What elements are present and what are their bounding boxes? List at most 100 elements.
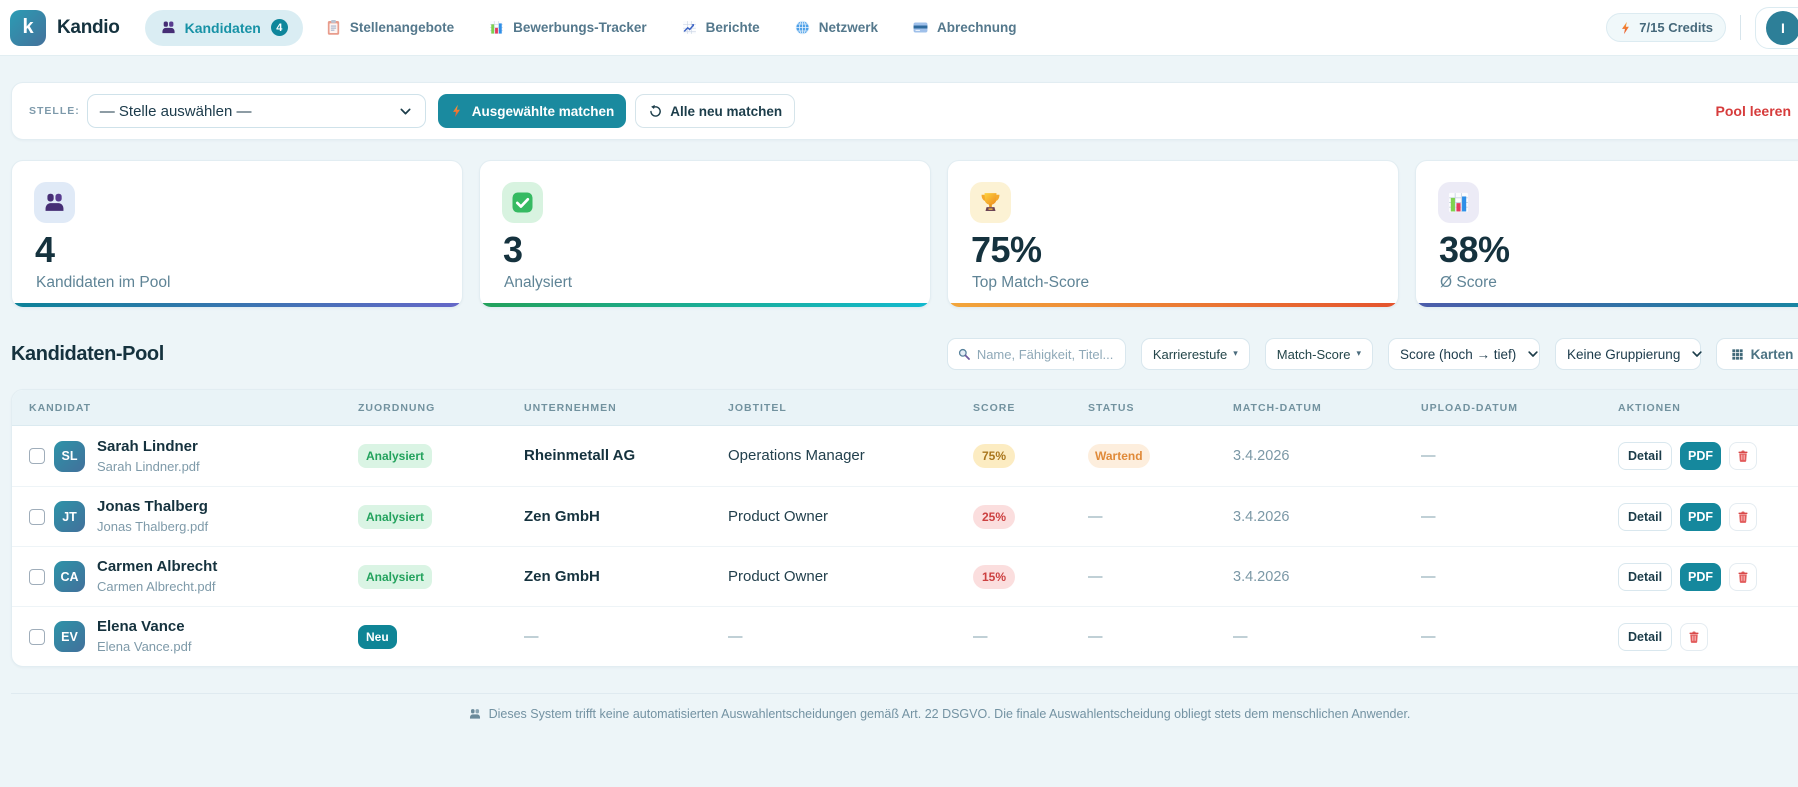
company: Zen GmbH bbox=[524, 567, 600, 585]
nav-item-label: Bewerbungs-Tracker bbox=[513, 20, 647, 35]
row-checkbox[interactable] bbox=[29, 628, 45, 645]
stat-accent-strip bbox=[12, 303, 462, 307]
sort-select-value: Score (hoch → tief) bbox=[1400, 346, 1517, 362]
status-empty: — bbox=[1088, 568, 1103, 585]
column-header: ZUORDNUNG bbox=[358, 401, 436, 414]
app-logo: k bbox=[10, 9, 46, 46]
detail-button[interactable]: Detail bbox=[1618, 562, 1673, 591]
check-icon bbox=[502, 182, 543, 223]
match-selected-button[interactable]: Ausgewählte matchen bbox=[437, 94, 627, 128]
search-input[interactable] bbox=[976, 346, 1116, 362]
globe-icon bbox=[794, 19, 811, 36]
upload-date-cell: — bbox=[1404, 508, 1601, 526]
nav-item-berichte[interactable]: Berichte bbox=[669, 10, 772, 46]
stat-card-0: 4 Kandidaten im Pool bbox=[11, 160, 463, 308]
candidate-file: Jonas Thalberg.pdf bbox=[97, 519, 209, 535]
stat-label: Ø Score bbox=[1440, 274, 1497, 291]
nav-item-bewerbungs-tracker[interactable]: Bewerbungs-Tracker bbox=[476, 10, 659, 46]
status-badge: Analysiert bbox=[358, 504, 433, 529]
bar-chart-icon bbox=[1438, 182, 1479, 223]
career-filter-button[interactable]: Karrierestufe ▾ bbox=[1140, 338, 1250, 370]
rematch-all-label: Alle neu matchen bbox=[670, 103, 783, 119]
candidate-name-block: Jonas Thalberg Jonas Thalberg.pdf bbox=[97, 498, 208, 535]
score-filter-button[interactable]: Match-Score ▾ bbox=[1264, 338, 1373, 370]
career-filter-label: Karrierestufe bbox=[1152, 346, 1228, 362]
column-header: STATUS bbox=[1088, 401, 1135, 414]
cards-view-label: Karten bbox=[1750, 346, 1794, 362]
page-container: STELLE: — Stelle auswählen — Ausgewählte… bbox=[11, 82, 1798, 721]
actions-cell: Detail PDF bbox=[1601, 562, 1798, 591]
credits-label: 7/15 Credits bbox=[1639, 20, 1713, 35]
detail-button[interactable]: Detail bbox=[1618, 442, 1673, 470]
clear-pool-button[interactable]: Pool leeren bbox=[1716, 103, 1791, 119]
candidate-avatar: EV bbox=[54, 621, 85, 652]
bar-chart-icon bbox=[488, 19, 505, 36]
delete-button[interactable] bbox=[1680, 622, 1709, 651]
table-row: SL Sarah Lindner Sarah Lindner.pdf Analy… bbox=[12, 426, 1798, 486]
status-cell: — bbox=[1071, 628, 1216, 646]
grouping-select[interactable]: Keine Gruppierung bbox=[1555, 338, 1703, 370]
zuordnung-cell: Analysiert bbox=[341, 504, 507, 529]
stelle-toolbar: STELLE: — Stelle auswählen — Ausgewählte… bbox=[11, 82, 1798, 140]
stats-cards: 4 Kandidaten im Pool 3 Analysiert 75% To… bbox=[11, 160, 1798, 308]
credit-card-icon bbox=[912, 19, 929, 36]
candidate-name-block: Elena Vance Elena Vance.pdf bbox=[97, 618, 191, 655]
column-header: JOBTITEL bbox=[728, 401, 787, 414]
detail-button[interactable]: Detail bbox=[1618, 502, 1673, 531]
row-checkbox[interactable] bbox=[29, 508, 45, 525]
trash-icon bbox=[1736, 570, 1750, 584]
nav-item-label: Kandidaten bbox=[184, 19, 261, 36]
topbar-right: 7/15 Credits I bbox=[1606, 6, 1798, 49]
jobtitle: Product Owner bbox=[728, 567, 829, 585]
sort-select[interactable]: Score (hoch → tief) bbox=[1388, 338, 1540, 370]
topbar-divider bbox=[1740, 15, 1741, 40]
zuordnung-cell: Analysiert bbox=[341, 564, 507, 589]
nav-item-stellenangebote[interactable]: Stellenangebote bbox=[313, 10, 466, 46]
pdf-button[interactable]: PDF bbox=[1680, 502, 1722, 531]
zuordnung-cell: Neu bbox=[341, 624, 507, 649]
score-filter-label: Match-Score bbox=[1276, 346, 1351, 362]
pdf-button[interactable]: PDF bbox=[1680, 442, 1722, 470]
candidate-avatar: JT bbox=[54, 501, 85, 532]
caret-down-icon: ▾ bbox=[1233, 349, 1238, 359]
rematch-all-button[interactable]: Alle neu matchen bbox=[635, 94, 796, 128]
stelle-select[interactable]: — Stelle auswählen — bbox=[86, 94, 426, 128]
actions-cell: Detail bbox=[1601, 622, 1798, 651]
credits-button[interactable]: 7/15 Credits bbox=[1606, 13, 1726, 42]
stat-label: Analysiert bbox=[504, 274, 573, 291]
pdf-button[interactable]: PDF bbox=[1680, 562, 1722, 591]
status-cell: — bbox=[1071, 508, 1216, 526]
score-cell: 25% bbox=[956, 504, 1071, 529]
candidate-avatar: SL bbox=[54, 440, 85, 472]
nav-item-kandidaten[interactable]: Kandidaten 4 bbox=[144, 9, 303, 46]
nav-item-netzwerk[interactable]: Netzwerk bbox=[782, 10, 890, 46]
candidate-name: Carmen Albrecht bbox=[97, 558, 218, 576]
row-checkbox[interactable] bbox=[29, 568, 45, 585]
delete-button[interactable] bbox=[1729, 502, 1758, 531]
people-icon bbox=[34, 182, 75, 223]
row-checkbox[interactable] bbox=[29, 448, 45, 464]
stat-value: 4 bbox=[35, 229, 55, 270]
column-header: UNTERNEHMEN bbox=[524, 401, 617, 414]
delete-button[interactable] bbox=[1729, 442, 1758, 470]
stat-value: 3 bbox=[503, 229, 523, 270]
clipboard-icon bbox=[325, 19, 342, 36]
delete-button[interactable] bbox=[1729, 562, 1758, 591]
stat-card-3: 38% Ø Score bbox=[1415, 160, 1798, 308]
company-cell: Rheinmetall AG bbox=[507, 447, 711, 465]
status-pill: Wartend bbox=[1088, 444, 1150, 468]
nav-item-abrechnung[interactable]: Abrechnung bbox=[900, 10, 1029, 46]
jobtitle-cell: Product Owner bbox=[711, 508, 956, 526]
user-menu-button[interactable]: I bbox=[1755, 6, 1798, 49]
stat-accent-strip bbox=[480, 303, 930, 307]
detail-button[interactable]: Detail bbox=[1618, 622, 1673, 651]
jobtitle: Product Owner bbox=[728, 507, 829, 525]
cards-view-button[interactable]: Karten bbox=[1716, 338, 1798, 370]
upload-date: — bbox=[1421, 628, 1436, 645]
company-cell: Zen GmbH bbox=[507, 568, 711, 586]
chart-up-icon bbox=[681, 19, 698, 36]
match-date-empty: — bbox=[1233, 628, 1248, 645]
people-icon bbox=[160, 19, 177, 36]
status-badge: Analysiert bbox=[358, 444, 433, 468]
nav-item-label: Berichte bbox=[705, 20, 760, 35]
